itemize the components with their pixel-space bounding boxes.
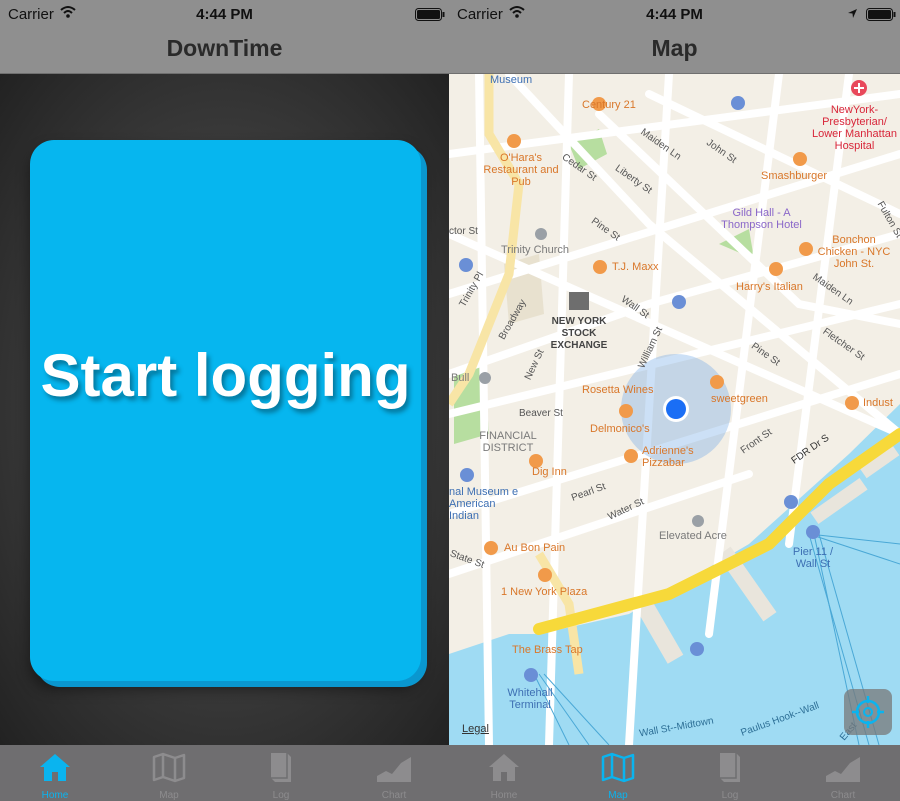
tab-map[interactable]: Map [114, 745, 224, 801]
status-time: 4:44 PM [646, 6, 703, 23]
crosshair-icon [852, 696, 884, 728]
downtime-screen: Carrier 4:44 PM DownTime Start logging H… [0, 0, 449, 801]
battery-icon [415, 8, 445, 21]
tab-log[interactable]: Log [226, 745, 336, 801]
chart-icon [377, 757, 411, 782]
map-view[interactable]: Museum Century 21 NewYork-Presbyterian/ … [449, 74, 900, 745]
home-content: Start logging [0, 74, 449, 745]
map-icon [152, 752, 186, 783]
map-label-brass-tap: The Brass Tap [512, 644, 583, 656]
map-label-elevated-acre: Elevated Acre [659, 530, 727, 542]
map-label-gild-hall: Gild Hall - A Thompson Hotel [721, 207, 802, 231]
tab-map[interactable]: Map [563, 745, 673, 801]
locate-me-button[interactable] [844, 689, 892, 735]
book-icon [271, 753, 291, 782]
tab-log-label: Log [272, 790, 290, 801]
book-icon [720, 753, 740, 782]
status-bar: Carrier 4:44 PM [0, 0, 449, 30]
nav-bar: DownTime [0, 30, 449, 74]
tab-map-label: Map [159, 790, 179, 801]
battery-icon [866, 8, 896, 21]
map-label-rosetta: Rosetta Wines [582, 384, 654, 396]
map-label-adriennes: Adrienne's Pizzabar [642, 445, 694, 469]
map-icon [601, 752, 635, 783]
tab-chart-label: Chart [830, 790, 856, 801]
map-legal-link[interactable]: Legal [462, 723, 489, 735]
tab-log[interactable]: Log [675, 745, 785, 801]
map-label-industry: Indust [863, 397, 893, 409]
map-label-ny-plaza: 1 New York Plaza [501, 586, 588, 598]
street-rector: ctor St [449, 226, 478, 237]
map-label-museum: Museum [490, 74, 533, 86]
map-label-bull: Bull [451, 372, 470, 384]
map-label-nyse: NEW YORK STOCK EXCHANGE [550, 316, 608, 351]
map-label-trinity-church: Trinity Church [501, 244, 570, 256]
tab-home-label: Home [41, 790, 69, 801]
map-label-oharas: O'Hara's Restaurant and Pub [483, 152, 559, 188]
tab-map-label: Map [608, 790, 628, 801]
status-time: 4:44 PM [196, 6, 253, 23]
map-label-financial-district: FINANCIAL DISTRICT [479, 430, 537, 454]
map-label-dig-inn: Dig Inn [532, 466, 567, 478]
map-label-nyp-hospital: NewYork-Presbyterian/ Lower Manhattan Ho… [812, 104, 897, 152]
home-icon [40, 754, 70, 781]
tab-bar: Home Map Log Chart [0, 745, 449, 801]
map-label-indian-museum: nal Museum e American Indian [449, 486, 519, 522]
status-bar: Carrier 4:44 PM [449, 0, 900, 30]
map-label-century21: Century 21 [582, 99, 636, 111]
page-title: Map [651, 35, 698, 61]
home-icon [489, 754, 519, 781]
map-label-whitehall: Whitehall Terminal [507, 687, 553, 711]
nav-bar: Map [449, 30, 900, 74]
location-arrow-icon [848, 9, 857, 18]
map-label-harrys: Harry's Italian [736, 281, 803, 293]
page-title: DownTime [166, 35, 283, 61]
chart-icon [826, 757, 860, 782]
map-label-delmonicos: Delmonico's [590, 423, 650, 435]
tab-chart[interactable]: Chart [788, 745, 898, 801]
map-label-au-bon-pain: Au Bon Pain [504, 542, 566, 554]
map-label-sweetgreen: sweetgreen [711, 393, 768, 405]
tab-home[interactable]: Home [0, 745, 110, 801]
tab-chart[interactable]: Chart [339, 745, 449, 801]
street-beaver: Beaver St [519, 408, 563, 419]
map-label-tjmaxx: T.J. Maxx [612, 261, 659, 273]
map-label-smashburger: Smashburger [761, 170, 828, 182]
map-screen: Carrier 4:44 PM Map Museum Century 21 Ne… [449, 0, 900, 801]
map-label-bonchon: Bonchon Chicken - NYC John St. [817, 234, 891, 270]
tab-bar: Home Map Log Chart [449, 745, 900, 801]
start-logging-label: Start logging [40, 342, 411, 409]
tab-log-label: Log [721, 790, 739, 801]
start-logging-button[interactable]: Start logging [30, 140, 421, 681]
map-label-pier11: Pier 11 / Wall St [792, 546, 834, 570]
tab-home-label: Home [490, 790, 518, 801]
tab-home[interactable]: Home [449, 745, 559, 801]
tab-chart-label: Chart [381, 790, 407, 801]
